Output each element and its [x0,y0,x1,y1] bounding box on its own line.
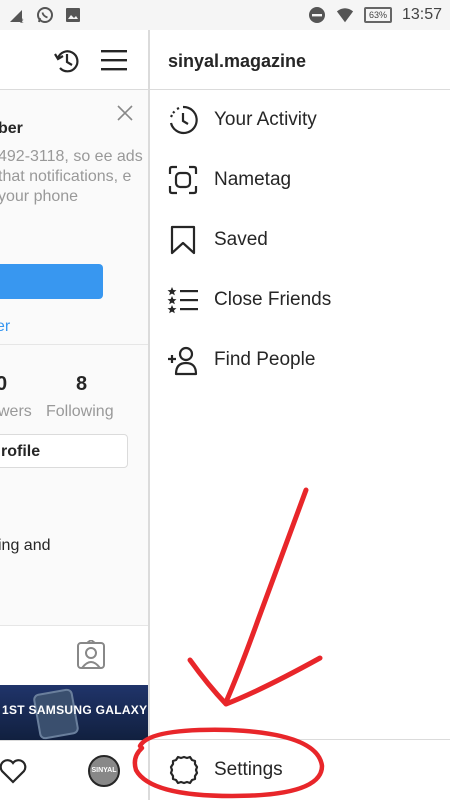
edit-profile-button[interactable]: rofile [0,434,128,468]
svg-text:2: 2 [20,18,24,24]
profile-background-pane: ber 492-3118, so ee ads that notificatio… [0,30,149,800]
menu-item-label: Nametag [214,169,292,190]
settings-label: Settings [214,759,283,780]
followers-count[interactable]: 0 [0,373,7,396]
side-drawer: sinyal.magazine Your Activity Nametag Sa… [149,30,450,800]
following-count[interactable]: 8 [76,373,87,396]
menu-item-your-activity[interactable]: Your Activity [150,90,450,150]
status-bar: 2 63% 13:57 [0,0,450,30]
menu-item-label: Saved [214,229,268,250]
image-icon [66,8,80,22]
profile-bio: ing and [0,537,51,554]
wifi-icon [336,8,354,23]
menu-item-find-people[interactable]: Find People [150,330,450,390]
signal-2-icon: 2 [10,10,24,24]
followers-label[interactable]: wers [0,403,32,421]
post-thumbnail-text: 1ST SAMSUNG GALAXY [2,703,148,717]
nametag-icon [168,165,198,195]
whatsapp-icon [37,7,53,23]
tagged-photos-icon[interactable] [76,640,106,670]
menu-item-saved[interactable]: Saved [150,210,450,270]
card-primary-button[interactable] [0,264,103,299]
menu-item-label: Close Friends [214,289,332,310]
drawer-username: sinyal.magazine [150,30,450,90]
phone-number-card: ber 492-3118, so ee ads that notificatio… [0,90,148,345]
card-link[interactable]: er [0,318,10,336]
menu-item-close-friends[interactable]: Close Friends [150,270,450,330]
add-person-icon [168,346,198,376]
menu-item-nametag[interactable]: Nametag [150,150,450,210]
hamburger-menu-icon[interactable] [100,48,128,72]
heart-icon[interactable] [0,756,28,784]
bookmark-icon [170,225,196,255]
bottom-navigation: SINYAL [0,740,148,800]
clock: 13:57 [401,6,442,23]
battery-indicator: 63% [363,7,392,23]
following-label[interactable]: Following [46,403,114,421]
post-thumbnail[interactable]: 1ST SAMSUNG GALAXY [0,685,148,740]
profile-header [0,30,148,90]
activity-clock-icon [169,105,198,135]
close-icon[interactable] [117,105,133,121]
card-title: ber [0,120,23,137]
archive-history-icon[interactable] [52,46,82,76]
menu-item-label: Find People [214,349,316,370]
settings-gear-icon [169,755,199,785]
menu-item-label: Your Activity [214,109,317,130]
close-friends-list-icon [167,287,198,314]
do-not-disturb-icon [308,7,325,23]
settings-button[interactable]: Settings [150,739,450,800]
profile-tabs [0,625,148,685]
profile-avatar[interactable]: SINYAL [88,755,120,787]
card-text: 492-3118, so ee ads that notifications, … [0,148,143,205]
